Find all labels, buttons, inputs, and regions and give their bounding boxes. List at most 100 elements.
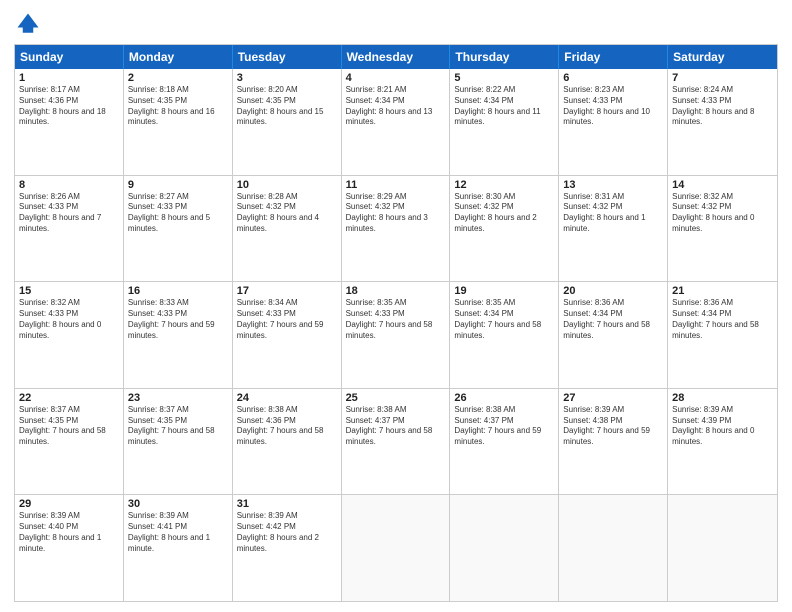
calendar-cell bbox=[559, 495, 668, 601]
calendar-cell: 23Sunrise: 8:37 AMSunset: 4:35 PMDayligh… bbox=[124, 389, 233, 495]
header bbox=[14, 10, 778, 38]
cell-info: Sunrise: 8:38 AMSunset: 4:36 PMDaylight:… bbox=[237, 405, 337, 448]
calendar-cell: 12Sunrise: 8:30 AMSunset: 4:32 PMDayligh… bbox=[450, 176, 559, 282]
calendar-cell: 4Sunrise: 8:21 AMSunset: 4:34 PMDaylight… bbox=[342, 69, 451, 175]
cell-info: Sunrise: 8:35 AMSunset: 4:33 PMDaylight:… bbox=[346, 298, 446, 341]
cell-info: Sunrise: 8:28 AMSunset: 4:32 PMDaylight:… bbox=[237, 192, 337, 235]
calendar-cell: 3Sunrise: 8:20 AMSunset: 4:35 PMDaylight… bbox=[233, 69, 342, 175]
cell-info: Sunrise: 8:32 AMSunset: 4:33 PMDaylight:… bbox=[19, 298, 119, 341]
calendar-cell bbox=[342, 495, 451, 601]
day-number: 8 bbox=[19, 179, 119, 191]
cell-info: Sunrise: 8:32 AMSunset: 4:32 PMDaylight:… bbox=[672, 192, 773, 235]
calendar-cell bbox=[450, 495, 559, 601]
calendar-cell: 21Sunrise: 8:36 AMSunset: 4:34 PMDayligh… bbox=[668, 282, 777, 388]
day-number: 2 bbox=[128, 72, 228, 84]
calendar-cell: 22Sunrise: 8:37 AMSunset: 4:35 PMDayligh… bbox=[15, 389, 124, 495]
day-number: 10 bbox=[237, 179, 337, 191]
day-number: 3 bbox=[237, 72, 337, 84]
day-number: 18 bbox=[346, 285, 446, 297]
day-number: 1 bbox=[19, 72, 119, 84]
calendar-cell: 28Sunrise: 8:39 AMSunset: 4:39 PMDayligh… bbox=[668, 389, 777, 495]
calendar-cell: 24Sunrise: 8:38 AMSunset: 4:36 PMDayligh… bbox=[233, 389, 342, 495]
calendar-cell: 15Sunrise: 8:32 AMSunset: 4:33 PMDayligh… bbox=[15, 282, 124, 388]
calendar-cell: 13Sunrise: 8:31 AMSunset: 4:32 PMDayligh… bbox=[559, 176, 668, 282]
day-number: 24 bbox=[237, 392, 337, 404]
cell-info: Sunrise: 8:39 AMSunset: 4:41 PMDaylight:… bbox=[128, 511, 228, 554]
cell-info: Sunrise: 8:37 AMSunset: 4:35 PMDaylight:… bbox=[128, 405, 228, 448]
calendar-cell: 9Sunrise: 8:27 AMSunset: 4:33 PMDaylight… bbox=[124, 176, 233, 282]
calendar-cell: 19Sunrise: 8:35 AMSunset: 4:34 PMDayligh… bbox=[450, 282, 559, 388]
day-header-monday: Monday bbox=[124, 45, 233, 69]
cell-info: Sunrise: 8:17 AMSunset: 4:36 PMDaylight:… bbox=[19, 85, 119, 128]
day-number: 19 bbox=[454, 285, 554, 297]
calendar-cell: 20Sunrise: 8:36 AMSunset: 4:34 PMDayligh… bbox=[559, 282, 668, 388]
calendar-row-1: 1Sunrise: 8:17 AMSunset: 4:36 PMDaylight… bbox=[15, 69, 777, 175]
cell-info: Sunrise: 8:20 AMSunset: 4:35 PMDaylight:… bbox=[237, 85, 337, 128]
calendar-header: SundayMondayTuesdayWednesdayThursdayFrid… bbox=[15, 45, 777, 69]
day-header-wednesday: Wednesday bbox=[342, 45, 451, 69]
day-number: 7 bbox=[672, 72, 773, 84]
calendar-row-3: 15Sunrise: 8:32 AMSunset: 4:33 PMDayligh… bbox=[15, 281, 777, 388]
cell-info: Sunrise: 8:26 AMSunset: 4:33 PMDaylight:… bbox=[19, 192, 119, 235]
logo bbox=[14, 10, 46, 38]
calendar: SundayMondayTuesdayWednesdayThursdayFrid… bbox=[14, 44, 778, 602]
day-number: 31 bbox=[237, 498, 337, 510]
day-number: 28 bbox=[672, 392, 773, 404]
day-number: 21 bbox=[672, 285, 773, 297]
day-number: 5 bbox=[454, 72, 554, 84]
calendar-cell: 8Sunrise: 8:26 AMSunset: 4:33 PMDaylight… bbox=[15, 176, 124, 282]
cell-info: Sunrise: 8:23 AMSunset: 4:33 PMDaylight:… bbox=[563, 85, 663, 128]
day-number: 27 bbox=[563, 392, 663, 404]
calendar-row-4: 22Sunrise: 8:37 AMSunset: 4:35 PMDayligh… bbox=[15, 388, 777, 495]
logo-icon bbox=[14, 10, 42, 38]
cell-info: Sunrise: 8:39 AMSunset: 4:42 PMDaylight:… bbox=[237, 511, 337, 554]
cell-info: Sunrise: 8:24 AMSunset: 4:33 PMDaylight:… bbox=[672, 85, 773, 128]
cell-info: Sunrise: 8:37 AMSunset: 4:35 PMDaylight:… bbox=[19, 405, 119, 448]
calendar-cell: 26Sunrise: 8:38 AMSunset: 4:37 PMDayligh… bbox=[450, 389, 559, 495]
cell-info: Sunrise: 8:27 AMSunset: 4:33 PMDaylight:… bbox=[128, 192, 228, 235]
calendar-cell: 18Sunrise: 8:35 AMSunset: 4:33 PMDayligh… bbox=[342, 282, 451, 388]
day-number: 29 bbox=[19, 498, 119, 510]
calendar-cell: 16Sunrise: 8:33 AMSunset: 4:33 PMDayligh… bbox=[124, 282, 233, 388]
calendar-cell: 25Sunrise: 8:38 AMSunset: 4:37 PMDayligh… bbox=[342, 389, 451, 495]
calendar-cell: 1Sunrise: 8:17 AMSunset: 4:36 PMDaylight… bbox=[15, 69, 124, 175]
calendar-cell: 5Sunrise: 8:22 AMSunset: 4:34 PMDaylight… bbox=[450, 69, 559, 175]
day-number: 17 bbox=[237, 285, 337, 297]
cell-info: Sunrise: 8:39 AMSunset: 4:40 PMDaylight:… bbox=[19, 511, 119, 554]
cell-info: Sunrise: 8:21 AMSunset: 4:34 PMDaylight:… bbox=[346, 85, 446, 128]
day-header-saturday: Saturday bbox=[668, 45, 777, 69]
day-number: 9 bbox=[128, 179, 228, 191]
calendar-cell: 17Sunrise: 8:34 AMSunset: 4:33 PMDayligh… bbox=[233, 282, 342, 388]
cell-info: Sunrise: 8:35 AMSunset: 4:34 PMDaylight:… bbox=[454, 298, 554, 341]
calendar-cell bbox=[668, 495, 777, 601]
calendar-cell: 6Sunrise: 8:23 AMSunset: 4:33 PMDaylight… bbox=[559, 69, 668, 175]
day-number: 12 bbox=[454, 179, 554, 191]
calendar-cell: 14Sunrise: 8:32 AMSunset: 4:32 PMDayligh… bbox=[668, 176, 777, 282]
day-number: 13 bbox=[563, 179, 663, 191]
day-number: 15 bbox=[19, 285, 119, 297]
cell-info: Sunrise: 8:39 AMSunset: 4:38 PMDaylight:… bbox=[563, 405, 663, 448]
day-header-tuesday: Tuesday bbox=[233, 45, 342, 69]
calendar-row-5: 29Sunrise: 8:39 AMSunset: 4:40 PMDayligh… bbox=[15, 494, 777, 601]
day-header-thursday: Thursday bbox=[450, 45, 559, 69]
day-number: 25 bbox=[346, 392, 446, 404]
calendar-cell: 27Sunrise: 8:39 AMSunset: 4:38 PMDayligh… bbox=[559, 389, 668, 495]
calendar-body: 1Sunrise: 8:17 AMSunset: 4:36 PMDaylight… bbox=[15, 69, 777, 601]
day-number: 20 bbox=[563, 285, 663, 297]
calendar-cell: 2Sunrise: 8:18 AMSunset: 4:35 PMDaylight… bbox=[124, 69, 233, 175]
cell-info: Sunrise: 8:36 AMSunset: 4:34 PMDaylight:… bbox=[563, 298, 663, 341]
day-number: 4 bbox=[346, 72, 446, 84]
cell-info: Sunrise: 8:29 AMSunset: 4:32 PMDaylight:… bbox=[346, 192, 446, 235]
cell-info: Sunrise: 8:36 AMSunset: 4:34 PMDaylight:… bbox=[672, 298, 773, 341]
day-number: 14 bbox=[672, 179, 773, 191]
calendar-cell: 31Sunrise: 8:39 AMSunset: 4:42 PMDayligh… bbox=[233, 495, 342, 601]
cell-info: Sunrise: 8:38 AMSunset: 4:37 PMDaylight:… bbox=[346, 405, 446, 448]
cell-info: Sunrise: 8:18 AMSunset: 4:35 PMDaylight:… bbox=[128, 85, 228, 128]
page: SundayMondayTuesdayWednesdayThursdayFrid… bbox=[0, 0, 792, 612]
cell-info: Sunrise: 8:22 AMSunset: 4:34 PMDaylight:… bbox=[454, 85, 554, 128]
cell-info: Sunrise: 8:31 AMSunset: 4:32 PMDaylight:… bbox=[563, 192, 663, 235]
day-number: 6 bbox=[563, 72, 663, 84]
day-number: 30 bbox=[128, 498, 228, 510]
calendar-cell: 10Sunrise: 8:28 AMSunset: 4:32 PMDayligh… bbox=[233, 176, 342, 282]
calendar-cell: 7Sunrise: 8:24 AMSunset: 4:33 PMDaylight… bbox=[668, 69, 777, 175]
